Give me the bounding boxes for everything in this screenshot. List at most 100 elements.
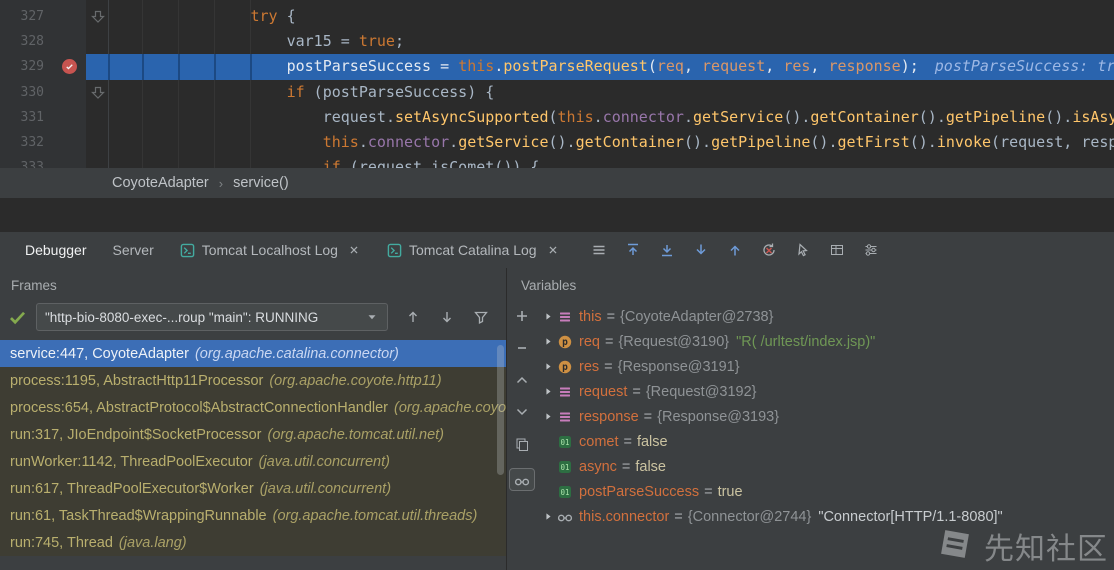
expand-arrow-icon[interactable] bbox=[539, 311, 557, 322]
layout-grid-icon[interactable] bbox=[829, 242, 846, 259]
frame-label: runWorker:1142, ThreadPoolExecutor bbox=[10, 454, 253, 470]
breadcrumb-item[interactable]: CoyoteAdapter bbox=[112, 175, 209, 191]
code-token: ); bbox=[901, 57, 919, 75]
equals-sign: = bbox=[622, 459, 630, 475]
line-number[interactable]: 331 bbox=[0, 105, 86, 130]
toolwindow-toolbar bbox=[591, 242, 880, 259]
frame-row[interactable]: run:617, ThreadPoolExecutor$Worker(java.… bbox=[0, 475, 506, 502]
expand-arrow-icon[interactable] bbox=[539, 386, 557, 397]
inline-debugger-hint: postParseSuccess: tr bbox=[919, 57, 1114, 75]
duplicate-watch-icon[interactable] bbox=[514, 436, 531, 453]
frame-row[interactable]: run:317, JIoEndpoint$SocketProcessor(org… bbox=[0, 421, 506, 448]
show-watches-icon[interactable] bbox=[514, 473, 530, 487]
code-token: request bbox=[702, 57, 765, 75]
code-token: getPipeline bbox=[711, 133, 810, 151]
previous-frame-icon[interactable] bbox=[405, 309, 421, 325]
hamburger-menu-icon[interactable] bbox=[591, 242, 608, 259]
expand-arrow-icon[interactable] bbox=[539, 411, 557, 422]
thread-selector-label: "http-bio-8080-exec-...roup "main": RUNN… bbox=[45, 310, 359, 325]
scroll-to-top-icon[interactable] bbox=[625, 242, 642, 259]
code-token: ( bbox=[648, 57, 657, 75]
variable-row[interactable]: 01comet=false bbox=[539, 429, 1114, 454]
frame-row[interactable]: run:745, Thread(java.lang) bbox=[0, 529, 506, 556]
tab-tomcat-localhost-log[interactable]: Tomcat Localhost Log bbox=[167, 232, 374, 268]
variable-row[interactable]: 01async=false bbox=[539, 454, 1114, 479]
frame-row[interactable]: process:654, AbstractProtocol$AbstractCo… bbox=[0, 394, 506, 421]
code-token: response bbox=[828, 57, 900, 75]
equals-sign: = bbox=[624, 434, 632, 450]
filter-sliders-icon[interactable] bbox=[863, 242, 880, 259]
thread-selector[interactable]: "http-bio-8080-exec-...roup "main": RUNN… bbox=[36, 303, 388, 331]
frame-row[interactable]: runWorker:1142, ThreadPoolExecutor(java.… bbox=[0, 448, 506, 475]
code-token: if bbox=[323, 158, 341, 168]
variable-row[interactable]: this={CoyoteAdapter@2738} bbox=[539, 304, 1114, 329]
variable-name: this.connector bbox=[579, 509, 669, 525]
variable-name: comet bbox=[579, 434, 619, 450]
tab-server[interactable]: Server bbox=[100, 232, 167, 268]
line-number[interactable]: 328 bbox=[0, 29, 86, 54]
editor-toolwindow-gap bbox=[0, 198, 1114, 232]
download-icon[interactable] bbox=[693, 242, 710, 259]
code-token: . bbox=[684, 108, 693, 126]
tab-tomcat-catalina-log[interactable]: Tomcat Catalina Log bbox=[374, 232, 573, 268]
variable-value: {Response@3191} bbox=[618, 359, 740, 375]
line-number[interactable]: 329 bbox=[0, 54, 86, 79]
variable-name: res bbox=[579, 359, 599, 375]
code-text: if (postParseSuccess) { bbox=[86, 80, 1114, 105]
frames-scrollbar[interactable] bbox=[497, 345, 504, 475]
line-number[interactable]: 330 bbox=[0, 80, 86, 105]
remove-watch-icon[interactable] bbox=[514, 340, 531, 357]
line-number[interactable]: 333 bbox=[0, 155, 86, 168]
close-icon[interactable] bbox=[347, 243, 361, 257]
frame-row[interactable]: run:61, TaskThread$WrappingRunnable(org.… bbox=[0, 502, 506, 529]
indent-guide bbox=[178, 54, 180, 79]
add-watch-icon[interactable] bbox=[514, 308, 531, 325]
breadcrumb-item[interactable]: service() bbox=[233, 175, 289, 191]
breakpoint-icon[interactable] bbox=[62, 59, 77, 74]
code-token: try bbox=[250, 7, 277, 25]
variable-row[interactable]: 01postParseSuccess=true bbox=[539, 479, 1114, 504]
cursor-icon[interactable] bbox=[795, 242, 812, 259]
primitive-icon: 01 bbox=[557, 459, 579, 475]
filter-frames-icon[interactable] bbox=[473, 309, 489, 325]
expand-arrow-icon[interactable] bbox=[539, 336, 557, 347]
breadcrumb: CoyoteAdapter›service() bbox=[0, 168, 1114, 198]
code-line-329: 329postParseSuccess = this.postParseRequ… bbox=[0, 54, 1114, 79]
upload-icon[interactable] bbox=[727, 242, 744, 259]
variable-row[interactable]: preq={Request@3190}"R( /urltest/index.js… bbox=[539, 329, 1114, 354]
frame-package: (org.apache.catalina.connector) bbox=[195, 346, 399, 362]
code-token: request bbox=[1000, 133, 1063, 151]
expand-arrow-icon[interactable] bbox=[539, 511, 557, 522]
move-watch-up-icon[interactable] bbox=[514, 372, 531, 389]
move-watch-down-icon[interactable] bbox=[514, 404, 531, 421]
line-number[interactable]: 332 bbox=[0, 130, 86, 155]
variable-name: async bbox=[579, 459, 617, 475]
code-token: , bbox=[810, 57, 828, 75]
expand-arrow-icon[interactable] bbox=[539, 361, 557, 372]
code-token: ( bbox=[991, 133, 1000, 151]
code-editor[interactable]: 327try {328var15 = true;329postParseSucc… bbox=[0, 0, 1114, 168]
variable-name: this bbox=[579, 309, 602, 325]
fold-marker-icon[interactable] bbox=[90, 8, 106, 24]
variable-row[interactable]: response={Response@3193} bbox=[539, 404, 1114, 429]
svg-text:01: 01 bbox=[560, 488, 569, 497]
frame-package: (org.apache.coyote) bbox=[394, 400, 506, 416]
close-icon[interactable] bbox=[546, 243, 560, 257]
variable-row[interactable]: request={Request@3192} bbox=[539, 379, 1114, 404]
frame-row[interactable]: service:447, CoyoteAdapter(org.apache.ca… bbox=[0, 340, 506, 367]
clear-icon[interactable] bbox=[761, 242, 778, 259]
variable-row[interactable]: pres={Response@3191} bbox=[539, 354, 1114, 379]
code-token: . bbox=[449, 133, 458, 151]
code-token: if bbox=[287, 83, 305, 101]
frame-package: (org.apache.tomcat.util.threads) bbox=[273, 508, 478, 524]
scroll-to-bottom-icon[interactable] bbox=[659, 242, 676, 259]
line-number[interactable]: 327 bbox=[0, 4, 86, 29]
frame-row[interactable]: process:1195, AbstractHttp11Processor(or… bbox=[0, 367, 506, 394]
code-text: this.connector.getService().getContainer… bbox=[86, 130, 1114, 155]
next-frame-icon[interactable] bbox=[439, 309, 455, 325]
fold-marker-icon[interactable] bbox=[90, 84, 106, 100]
tab-debugger[interactable]: Debugger bbox=[12, 232, 100, 268]
equals-sign: = bbox=[644, 409, 652, 425]
show-watches-icon-toggle[interactable] bbox=[509, 468, 535, 491]
code-token: request bbox=[323, 108, 386, 126]
